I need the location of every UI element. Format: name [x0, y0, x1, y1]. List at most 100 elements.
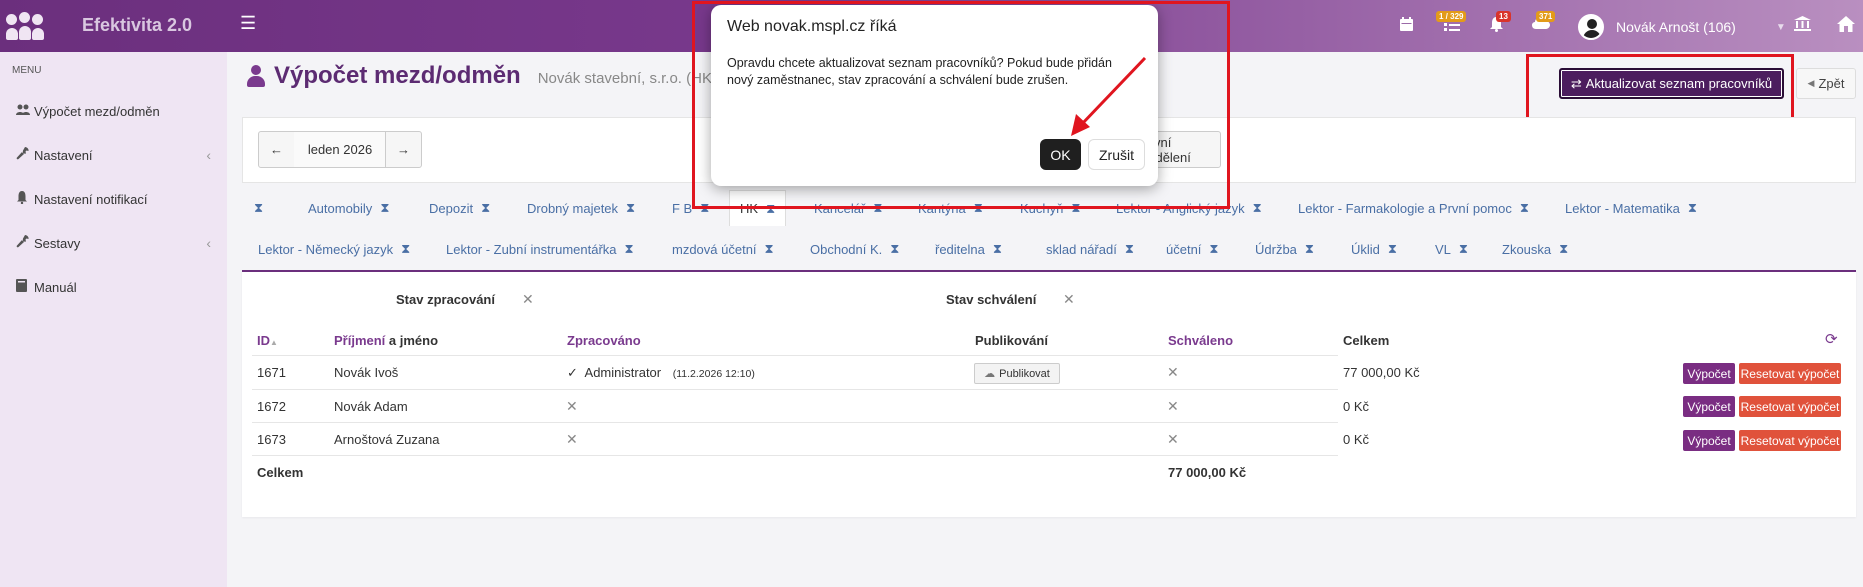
col-header-publishing: Publikování	[975, 333, 1048, 348]
tab-lektor-n-meck-jazyk[interactable]: Lektor - Německý jazyk ⧗	[258, 232, 410, 266]
hourglass-icon: ⧗	[1559, 241, 1569, 256]
tab-label: Lektor - Farmakologie a První pomoc	[1298, 200, 1512, 216]
tab-label: účetní	[1166, 241, 1202, 257]
sidebar-item-reports[interactable]: Sestavy ‹	[16, 232, 211, 254]
cell-total: 0 Kč	[1343, 399, 1370, 414]
clear-processing-filter-icon[interactable]: ✕	[522, 291, 534, 308]
page-title: Výpočet mezd/odměn	[274, 62, 521, 89]
reset-calculation-button[interactable]: Resetovat výpočet	[1739, 363, 1841, 384]
user-menu[interactable]: Novák Arnošt (106) ▼	[1578, 14, 1786, 40]
chevron-down-icon: ▼	[1775, 21, 1786, 33]
tab-lektor-matematika[interactable]: Lektor - Matematika ⧗	[1565, 191, 1697, 225]
tasks-badge: 1 / 329	[1436, 11, 1467, 22]
prev-month-button[interactable]: ←	[258, 131, 295, 168]
row-divider	[252, 422, 1338, 423]
hourglass-icon: ⧗	[1519, 200, 1530, 215]
hourglass-icon: ⧗	[1252, 200, 1262, 215]
hourglass-icon: ⧗	[1209, 241, 1219, 256]
calculate-button[interactable]: Výpočet	[1683, 396, 1735, 417]
tab-lektor-zubn-instrument-ka[interactable]: Lektor - Zubní instrumentářka ⧗	[446, 232, 634, 266]
hourglass-icon: ⧗	[401, 241, 411, 256]
wrench-icon	[16, 235, 34, 251]
tab-label: Drobný majetek	[527, 200, 619, 216]
cell-processed: ✓ Administrator (11.2.2026 12:10)	[567, 365, 755, 381]
tab--etn-[interactable]: účetní ⧗	[1166, 232, 1219, 266]
col-header-approved[interactable]: Schváleno	[1168, 333, 1233, 348]
cell-name[interactable]: Novák Adam	[334, 399, 408, 414]
calculate-button[interactable]: Výpočet	[1683, 363, 1735, 384]
cell-name[interactable]: Arnoštová Zuzana	[334, 432, 440, 447]
filter-approval-label: Stav schválení	[946, 292, 1037, 307]
col-header-processed[interactable]: Zpracováno	[567, 333, 641, 348]
tab-label: VL	[1435, 241, 1451, 257]
not-processed-icon: ✕	[566, 431, 578, 447]
tab-label: sklad nářadí	[1046, 241, 1117, 257]
calendar-icon[interactable]	[1399, 16, 1414, 37]
not-approved-icon: ✕	[1167, 364, 1179, 380]
highlight-box-dialog	[692, 1, 1230, 209]
sidebar-item-label: Sestavy	[34, 235, 81, 251]
tab--klid[interactable]: Úklid ⧗	[1351, 232, 1397, 266]
menu-label: MENU	[12, 65, 42, 76]
company-name: Novák stavební, s.r.o. (HK	[537, 70, 712, 87]
refresh-icon[interactable]: ⟳	[1825, 330, 1838, 348]
tab-obchodn-k-[interactable]: Obchodní K. ⧗	[810, 232, 899, 266]
cloud-upload-icon: ☁	[984, 368, 996, 380]
tab-label: Lektor - Zubní instrumentářka	[446, 241, 617, 257]
home-icon[interactable]	[1837, 16, 1855, 37]
calculate-button[interactable]: Výpočet	[1683, 430, 1735, 451]
col-header-name[interactable]: Příjmení a jméno	[334, 333, 438, 348]
tab-drobn-majetek[interactable]: Drobný majetek ⧗	[527, 191, 635, 225]
tab-depozit[interactable]: Depozit ⧗	[429, 191, 490, 225]
hourglass-icon: ⧗	[481, 200, 491, 215]
logo[interactable]: Efektivita 2.0	[0, 0, 227, 52]
publish-label: Publikovat	[999, 367, 1050, 380]
reset-calculation-button[interactable]: Resetovat výpočet	[1739, 430, 1841, 451]
footer-total: 77 000,00 Kč	[1168, 465, 1247, 480]
sidebar-item-manual[interactable]: Manuál	[16, 276, 211, 298]
hamburger-menu-icon[interactable]: ☰	[240, 14, 256, 32]
tab--dr-ba[interactable]: Údržba ⧗	[1255, 232, 1314, 266]
tab-sklad-n-ad-[interactable]: sklad nářadí ⧗	[1046, 232, 1134, 266]
hourglass-icon: ⧗	[1458, 241, 1469, 256]
app-title: Efektivita 2.0	[82, 15, 193, 35]
col-header-id[interactable]: ID▲	[257, 333, 278, 348]
hourglass-icon: ⧗	[1387, 241, 1398, 256]
sidebar-item-settings[interactable]: Nastavení ‹	[16, 144, 211, 166]
tab-mzdov-etn-[interactable]: mzdová účetní ⧗	[672, 232, 774, 266]
cell-id: 1673	[257, 432, 286, 447]
sidebar-item-payroll[interactable]: Výpočet mezd/odměn	[16, 100, 211, 122]
tab-label: Úklid	[1351, 241, 1380, 257]
not-processed-icon: ✕	[566, 398, 578, 414]
tab-automobily[interactable]: Automobily ⧗	[308, 191, 389, 225]
next-month-button[interactable]: →	[385, 131, 422, 168]
cell-total: 0 Kč	[1343, 432, 1370, 447]
logo-icon	[4, 12, 44, 42]
tab-label: Depozit	[429, 200, 474, 216]
tab-zkouska[interactable]: Zkouska ⧗	[1502, 232, 1568, 266]
row-divider	[252, 455, 1338, 456]
footer-label: Celkem	[257, 465, 304, 480]
bank-icon[interactable]	[1794, 16, 1811, 37]
sidebar-item-notification-settings[interactable]: Nastavení notifikací	[16, 188, 211, 210]
clear-approval-filter-icon[interactable]: ✕	[1063, 291, 1075, 308]
hourglass-icon: ⧗	[254, 200, 264, 215]
tab-lektor-farmakologie-a-prvn-pomoc[interactable]: Lektor - Farmakologie a První pomoc ⧗	[1298, 191, 1529, 225]
hourglass-icon: ⧗	[624, 241, 634, 256]
page-header: Výpočet mezd/odměn Novák stavební, s.r.o…	[246, 62, 712, 90]
sidebar-item-label: Nastavení	[34, 147, 93, 163]
row-divider	[252, 389, 1338, 390]
payroll-card	[242, 270, 1856, 517]
cell-name[interactable]: Novák Ivoš	[334, 365, 398, 380]
back-button[interactable]: ◀ Zpět	[1796, 68, 1856, 99]
tab-label: ředitelna	[935, 241, 985, 257]
tab-label: F B	[672, 200, 693, 216]
tab-label: Údržba	[1255, 241, 1297, 257]
processed-by: Administrator	[584, 365, 662, 380]
tab-label: Lektor - Německý jazyk	[258, 241, 394, 257]
tab-vl[interactable]: VL ⧗	[1435, 232, 1468, 266]
book-icon	[16, 279, 34, 295]
reset-calculation-button[interactable]: Resetovat výpočet	[1739, 396, 1841, 417]
publish-button[interactable]: ☁ Publikovat	[974, 363, 1060, 384]
tab--editelna[interactable]: ředitelna ⧗	[935, 232, 1002, 266]
